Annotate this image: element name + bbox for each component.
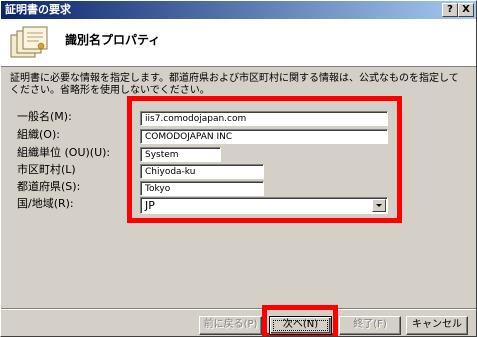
country-value: JP [145,199,155,212]
certificate-request-dialog: 証明書の要求 ? X 識別名プロパティ 証明書に必要な情報を指定します。都道府県… [0,0,477,337]
state-input[interactable]: Tokyo [140,181,264,196]
common-name-input[interactable]: iis7.comodojapan.com [140,111,388,126]
country-label: 国/地域(R): [17,197,74,210]
next-button[interactable]: 次へ(N) [269,316,332,335]
footer-separator [1,308,476,310]
window-title: 証明書の要求 [5,3,71,16]
help-button[interactable]: ? [442,3,458,17]
org-unit-input[interactable]: System [140,147,221,162]
cancel-button[interactable]: キャンセル [406,316,468,335]
city-input[interactable]: Chiyoda-ku [140,164,264,179]
close-button[interactable]: X [458,3,474,17]
certificate-icon [10,26,48,58]
state-label: 都道府県(S): [17,180,81,193]
city-label: 市区町村(L) [17,163,76,176]
organization-label: 組織(O): [17,128,60,141]
chevron-down-icon[interactable] [372,199,386,212]
previous-button[interactable]: 前に戻る(P) [199,316,262,335]
organization-input[interactable]: COMODOJAPAN INC [140,129,388,144]
title-bar[interactable]: 証明書の要求 ? X [1,1,476,19]
focus-rect [273,320,328,331]
wizard-header: 識別名プロパティ [1,19,476,67]
instructions-text: 証明書に必要な情報を指定します。都道府県および市区町村に関する情報は、公式なもの… [10,73,459,96]
country-select[interactable]: JP [140,197,388,214]
page-title: 識別名プロパティ [65,33,161,47]
common-name-label: 一般名(M): [17,110,72,123]
finish-button[interactable]: 終了(F) [339,316,401,335]
org-unit-label: 組織単位 (OU)(U): [17,146,111,159]
